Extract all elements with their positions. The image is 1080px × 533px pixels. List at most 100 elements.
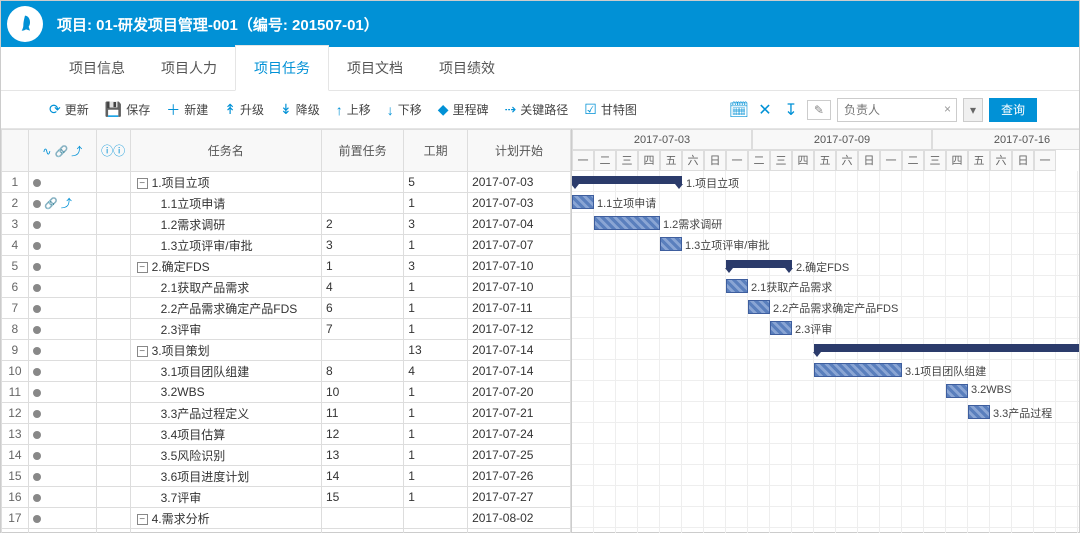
tab-tasks[interactable]: 项目任务 xyxy=(235,45,329,91)
row-dur[interactable]: 4 xyxy=(404,361,468,382)
table-row[interactable]: 5 −2.确定FDS132017-07-10 xyxy=(2,256,571,277)
table-row[interactable]: 17 −4.需求分析2017-08-02 xyxy=(2,508,571,529)
row-start[interactable]: 2017-07-14 xyxy=(468,361,571,382)
task-grid-pane[interactable]: ∿ 🔗 ⤴ ⓘⓘ 任务名 前置任务 工期 计划开始 1 −1.项目立项52017… xyxy=(1,129,572,533)
gantt-task-bar[interactable]: 1.1立项申请 xyxy=(572,195,594,209)
row-name[interactable]: 1.3立项评审/审批 xyxy=(130,235,321,256)
row-name[interactable]: 1.2需求调研 xyxy=(130,214,321,235)
row-pred[interactable]: 3 xyxy=(322,235,404,256)
table-row[interactable]: 16 3.7评审1512017-07-27 xyxy=(2,487,571,508)
row-pred[interactable] xyxy=(322,340,404,361)
owner-search-input[interactable] xyxy=(837,98,957,122)
gantt-task-bar[interactable]: 2.1获取产品需求 xyxy=(726,279,748,293)
row-dur[interactable]: 1 xyxy=(404,445,468,466)
row-pred[interactable] xyxy=(322,193,404,214)
table-row[interactable]: 13 3.4项目估算1212017-07-24 xyxy=(2,424,571,445)
table-row[interactable]: 9 −3.项目策划132017-07-14 xyxy=(2,340,571,361)
row-pred[interactable]: 8 xyxy=(322,361,404,382)
row-start[interactable]: 2017-07-03 xyxy=(468,193,571,214)
gantt-summary-bar[interactable]: 2.确定FDS xyxy=(726,260,792,268)
table-row[interactable]: 8 2.3评审712017-07-12 xyxy=(2,319,571,340)
col-pred[interactable]: 前置任务 xyxy=(322,130,404,172)
row-dur[interactable] xyxy=(404,508,468,529)
row-pred[interactable]: 15 xyxy=(322,487,404,508)
row-name[interactable]: −2.确定FDS xyxy=(130,256,321,277)
row-name[interactable]: 4.1需求规格说明书制作 xyxy=(130,529,321,533)
row-dur[interactable]: 1 xyxy=(404,466,468,487)
row-pred[interactable]: 14 xyxy=(322,466,404,487)
upgrade-button[interactable]: ↟升级 xyxy=(218,97,270,122)
gantt-summary-bar[interactable] xyxy=(814,344,1079,352)
row-dur[interactable]: 3 xyxy=(404,214,468,235)
row-dur[interactable]: 1 xyxy=(404,277,468,298)
row-start[interactable]: 2017-07-20 xyxy=(468,382,571,403)
collapse-icon[interactable]: − xyxy=(137,178,148,189)
table-row[interactable]: 11 3.2WBS1012017-07-20 xyxy=(2,382,571,403)
row-dur[interactable]: 1 xyxy=(404,319,468,340)
row-dur[interactable]: 1 xyxy=(404,193,468,214)
gantt-task-bar[interactable]: 2.2产品需求确定产品FDS xyxy=(748,300,770,314)
row-pred[interactable]: 16 xyxy=(322,529,404,533)
table-row[interactable]: 4 1.3立项评审/审批312017-07-07 xyxy=(2,235,571,256)
row-name[interactable]: 2.3评审 xyxy=(130,319,321,340)
row-name[interactable]: 3.3产品过程定义 xyxy=(130,403,321,424)
row-name[interactable]: −4.需求分析 xyxy=(130,508,321,529)
row-name[interactable]: −3.项目策划 xyxy=(130,340,321,361)
row-pred[interactable]: 13 xyxy=(322,445,404,466)
row-pred[interactable]: 10 xyxy=(322,382,404,403)
calendar-icon[interactable]: 🗓 xyxy=(729,100,749,120)
row-dur[interactable]: 5 xyxy=(404,172,468,193)
row-name[interactable]: 3.6项目进度计划 xyxy=(130,466,321,487)
row-start[interactable]: 2017-07-07 xyxy=(468,235,571,256)
table-row[interactable]: 7 2.2产品需求确定产品FDS612017-07-11 xyxy=(2,298,571,319)
critical-button[interactable]: ⇢关键路径 xyxy=(499,97,575,122)
tab-docs[interactable]: 项目文档 xyxy=(329,46,421,90)
row-pred[interactable]: 12 xyxy=(322,424,404,445)
table-row[interactable]: 10 3.1项目团队组建842017-07-14 xyxy=(2,361,571,382)
row-name[interactable]: 2.1获取产品需求 xyxy=(130,277,321,298)
table-row[interactable]: 14 3.5风险识别1312017-07-25 xyxy=(2,445,571,466)
table-row[interactable]: 6 2.1获取产品需求412017-07-10 xyxy=(2,277,571,298)
clear-icon[interactable]: × xyxy=(944,102,951,116)
col-start[interactable]: 计划开始 xyxy=(468,130,571,172)
row-dur[interactable]: 1 xyxy=(404,298,468,319)
row-start[interactable]: 2017-07-14 xyxy=(468,340,571,361)
row-start[interactable]: 2017-07-11 xyxy=(468,298,571,319)
collapse-icon[interactable]: − xyxy=(137,346,148,357)
row-dur[interactable]: 1 xyxy=(404,487,468,508)
milestone-button[interactable]: ◆里程碑 xyxy=(432,97,495,122)
row-start[interactable]: 2017-07-26 xyxy=(468,466,571,487)
row-start[interactable]: 2017-07-25 xyxy=(468,445,571,466)
table-row[interactable]: 1 −1.项目立项52017-07-03 xyxy=(2,172,571,193)
row-dur[interactable] xyxy=(404,529,468,533)
row-start[interactable]: 2017-07-27 xyxy=(468,487,571,508)
row-name[interactable]: 3.2WBS xyxy=(130,382,321,403)
gantt-pane[interactable]: 2017-07-032017-07-092017-07-162017-07-2 … xyxy=(572,129,1079,533)
row-start[interactable]: 2017-07-04 xyxy=(468,214,571,235)
gantt-button[interactable]: ☑甘特图 xyxy=(578,97,643,122)
gantt-task-bar[interactable]: 3.3产品过程 xyxy=(968,405,990,419)
gantt-task-bar[interactable]: 3.1项目团队组建 xyxy=(814,363,902,377)
table-row[interactable]: 12 3.3产品过程定义1112017-07-21 xyxy=(2,403,571,424)
row-start[interactable]: 2017-07-10 xyxy=(468,277,571,298)
row-start[interactable]: 2017-07-03 xyxy=(468,172,571,193)
new-button[interactable]: ＋新建 xyxy=(160,96,214,124)
row-dur[interactable]: 1 xyxy=(404,403,468,424)
owner-dropdown[interactable]: ▾ xyxy=(963,98,983,122)
row-name[interactable]: 1.1立项申请 xyxy=(130,193,321,214)
row-pred[interactable]: 11 xyxy=(322,403,404,424)
gantt-task-bar[interactable]: 1.3立项评审/审批 xyxy=(660,237,682,251)
col-dur[interactable]: 工期 xyxy=(404,130,468,172)
table-row[interactable]: 3 1.2需求调研232017-07-04 xyxy=(2,214,571,235)
col-name[interactable]: 任务名 xyxy=(130,130,321,172)
row-pred[interactable]: 6 xyxy=(322,298,404,319)
table-row[interactable]: 18 4.1需求规格说明书制作16 xyxy=(2,529,571,533)
table-row[interactable]: 2 🔗 ⤴1.1立项申请12017-07-03 xyxy=(2,193,571,214)
row-start[interactable]: 2017-08-02 xyxy=(468,508,571,529)
row-name[interactable]: 2.2产品需求确定产品FDS xyxy=(130,298,321,319)
moveup-button[interactable]: ↑上移 xyxy=(330,97,377,122)
row-dur[interactable]: 1 xyxy=(404,235,468,256)
table-row[interactable]: 15 3.6项目进度计划1412017-07-26 xyxy=(2,466,571,487)
tab-hr[interactable]: 项目人力 xyxy=(143,46,235,90)
row-name[interactable]: 3.1项目团队组建 xyxy=(130,361,321,382)
